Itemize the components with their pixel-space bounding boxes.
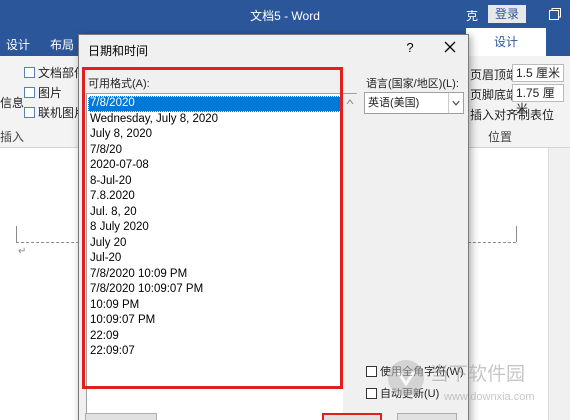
online-pictures-icon — [24, 107, 35, 118]
format-list-item[interactable]: 7.8.2020 — [88, 189, 342, 205]
formats-listbox[interactable]: 7/8/2020 Wednesday, July 8, 2020 July 8, 2… — [86, 93, 357, 420]
title-extra-text: 克 — [466, 9, 479, 23]
header-from-top-input[interactable]: 1.5 厘米 — [512, 64, 564, 82]
format-list-item[interactable]: July 20 — [88, 236, 342, 252]
format-list-item[interactable]: 7/8/2020 — [88, 96, 342, 112]
help-button[interactable]: ? — [403, 40, 417, 55]
available-formats-label: 可用格式(A): — [88, 78, 150, 90]
quick-parts-icon — [24, 67, 35, 78]
window-title: 文档5 - Word — [250, 9, 320, 23]
restore-window-icon[interactable] — [548, 7, 562, 21]
tab-header-footer-design[interactable]: 设计 — [466, 28, 546, 56]
group-label-position: 位置 — [488, 130, 513, 144]
watermark-url: www.downxia.com — [443, 391, 534, 403]
chevron-down-icon[interactable] — [448, 93, 463, 113]
ribbon-pictures[interactable]: 图片 — [24, 84, 62, 101]
auto-update-checkbox[interactable] — [366, 388, 377, 399]
format-list-item[interactable]: Wednesday, July 8, 2020 — [88, 112, 342, 128]
format-list-item[interactable]: 7/8/2020 10:09 PM — [88, 267, 342, 283]
footer-from-bottom-input[interactable]: 1.75 厘米 — [512, 84, 564, 116]
language-value: 英语(美国) — [368, 97, 420, 109]
paragraph-mark-icon: ↵ — [18, 246, 27, 257]
format-list-item[interactable]: 22:09 — [88, 329, 342, 345]
format-list-item[interactable]: 22:09:07 — [88, 344, 342, 360]
format-list-item[interactable]: 8-Jul-20 — [88, 174, 342, 190]
pictures-label: 图片 — [38, 86, 63, 100]
dialog-title: 日期和时间 — [88, 44, 149, 58]
format-list-item[interactable]: 7/8/2020 10:09:07 PM — [88, 282, 342, 298]
language-select[interactable]: 英语(美国) — [364, 92, 464, 114]
ribbon-doc-info[interactable]: 信息 — [0, 94, 24, 111]
close-icon[interactable] — [441, 38, 459, 56]
format-list-item[interactable]: Jul. 8, 20 — [88, 205, 342, 221]
ok-button[interactable] — [322, 413, 382, 420]
word-title-bar: 文档5 - Word 克 登录 — [0, 0, 570, 28]
scroll-up-arrow-icon[interactable] — [346, 98, 354, 106]
tab-design[interactable]: 设计 — [6, 36, 30, 53]
formats-scrollbar[interactable] — [343, 94, 357, 420]
format-list-item[interactable]: 2020-07-08 — [88, 158, 342, 174]
login-button[interactable]: 登录 — [488, 5, 526, 23]
cancel-button[interactable] — [397, 413, 457, 420]
watermark-text: 当下软件园 — [430, 363, 525, 385]
formats-list-items: 7/8/2020 Wednesday, July 8, 2020 July 8, 2… — [88, 96, 342, 360]
site-watermark: 当下软件园 www.downxia.com — [388, 360, 534, 403]
set-as-default-button[interactable] — [85, 413, 157, 420]
header-corner-right — [516, 226, 517, 242]
ribbon-online-pictures[interactable]: 联机图片 — [24, 104, 86, 121]
pictures-icon — [24, 87, 35, 98]
format-list-item[interactable]: 10:09 PM — [88, 298, 342, 314]
ribbon-quick-parts[interactable]: 文档部件 — [24, 64, 86, 81]
insert-align-tab-button[interactable]: 插入对齐制表位 — [470, 106, 554, 123]
header-corner-left — [16, 226, 17, 242]
language-label: 语言(国家/地区)(L): — [366, 78, 459, 90]
format-list-item[interactable]: Jul-20 — [88, 251, 342, 267]
format-list-item[interactable]: 10:09:07 PM — [88, 313, 342, 329]
format-list-item[interactable]: 8 July 2020 — [88, 220, 342, 236]
tab-layout[interactable]: 布局 — [50, 36, 74, 53]
group-label-insert: 插入 — [0, 130, 25, 144]
fullwidth-checkbox[interactable] — [366, 366, 377, 377]
format-list-item[interactable]: July 8, 2020 — [88, 127, 342, 143]
format-list-item[interactable]: 7/8/20 — [88, 143, 342, 159]
